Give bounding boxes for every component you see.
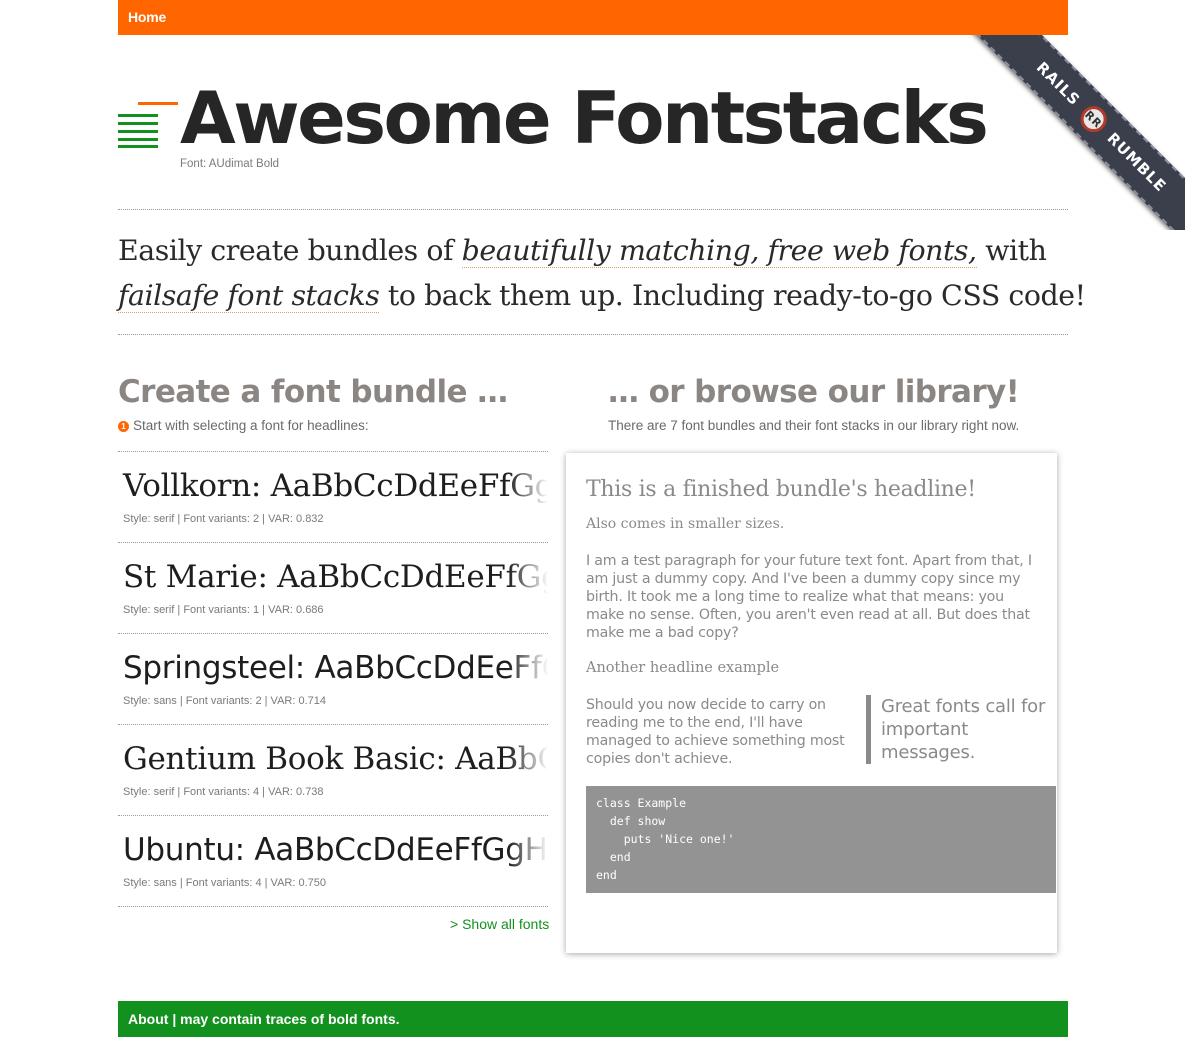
- font-meta: Style: sans | Font variants: 2 | VAR: 0.…: [123, 695, 326, 707]
- intro-text: Easily create bundles of beautifully mat…: [118, 234, 1086, 313]
- show-all-fonts-link[interactable]: > Show all fonts: [450, 916, 549, 932]
- font-sample: St Marie: AaBbCcDdEeFfGgHhIiJjKk: [123, 559, 548, 595]
- preview-headline-example: Another headline example: [586, 660, 780, 676]
- font-list-item[interactable]: Ubuntu: AaBbCcDdEeFfGgHhIiJjKk Style: sa…: [118, 815, 548, 906]
- home-link[interactable]: Home: [128, 9, 166, 25]
- bundle-preview-card[interactable]: This is a finished bundle's headline! Al…: [566, 453, 1057, 953]
- font-sample: Vollkorn: AaBbCcDdEeFfGgHhIiJjKk: [123, 468, 548, 504]
- stacked-lines-logo-icon: [118, 102, 178, 148]
- font-sample: Gentium Book Basic: AaBbCcDdEe: [123, 741, 548, 777]
- preview-paragraph: I am a test paragraph for your future te…: [586, 553, 1032, 641]
- intro-highlight-fonts: beautifully matching, free web fonts,: [461, 234, 977, 268]
- font-list-item[interactable]: Vollkorn: AaBbCcDdEeFfGgHhIiJjKk Style: …: [118, 451, 548, 542]
- rails-rumble-logo-icon: RR: [1075, 100, 1113, 138]
- font-sample: Springsteel: AaBbCcDdEeFfGgHhIi: [123, 650, 548, 686]
- divider: [118, 334, 1068, 335]
- preview-code-block: class Example def show puts 'Nice one!' …: [586, 786, 1056, 893]
- font-meta: Style: serif | Font variants: 4 | VAR: 0…: [123, 786, 324, 798]
- page-container: Home Awesome Fontstacks Font: AUdimat Bo…: [118, 0, 1086, 1037]
- font-list: Vollkorn: AaBbCcDdEeFfGgHhIiJjKk Style: …: [118, 451, 548, 907]
- title-font-note: Font: AUdimat Bold: [180, 158, 280, 170]
- divider: [118, 209, 1068, 210]
- font-list-item[interactable]: Springsteel: AaBbCcDdEeFfGgHhIi Style: s…: [118, 633, 548, 724]
- preview-blockquote: Great fonts call for important messages.: [866, 695, 1051, 764]
- ribbon-right-text: RUMBLE: [1103, 129, 1170, 196]
- browse-library-heading[interactable]: … or browse our library!: [608, 374, 1020, 410]
- font-list-item[interactable]: Gentium Book Basic: AaBbCcDdEe Style: se…: [118, 724, 548, 815]
- footer-text[interactable]: About | may contain traces of bold fonts…: [128, 1011, 400, 1027]
- preview-headline: This is a finished bundle's headline!: [586, 477, 976, 502]
- font-meta: Style: sans | Font variants: 4 | VAR: 0.…: [123, 877, 326, 889]
- font-meta: Style: serif | Font variants: 1 | VAR: 0…: [123, 604, 324, 616]
- top-nav-bar: Home: [118, 0, 1068, 35]
- font-sample: Ubuntu: AaBbCcDdEeFfGgHhIiJjKk: [123, 832, 548, 868]
- preview-small-headline: Also comes in smaller sizes.: [586, 516, 785, 532]
- page-title: Awesome Fontstacks: [180, 76, 989, 160]
- font-list-item[interactable]: St Marie: AaBbCcDdEeFfGgHhIiJjKk Style: …: [118, 542, 548, 633]
- preview-paragraph-2: Should you now decide to carry on readin…: [586, 697, 845, 767]
- create-bundle-heading: Create a font bundle …: [118, 374, 508, 410]
- font-meta: Style: serif | Font variants: 2 | VAR: 0…: [123, 513, 324, 525]
- create-instruction: 1 Start with selecting a font for headlin…: [118, 418, 369, 433]
- footer-bar: About | may contain traces of bold fonts…: [118, 1001, 1068, 1037]
- intro-highlight-stacks: failsafe font stacks: [118, 279, 380, 313]
- library-description: There are 7 font bundles and their font …: [608, 418, 1020, 433]
- step-number-icon: 1: [118, 421, 129, 432]
